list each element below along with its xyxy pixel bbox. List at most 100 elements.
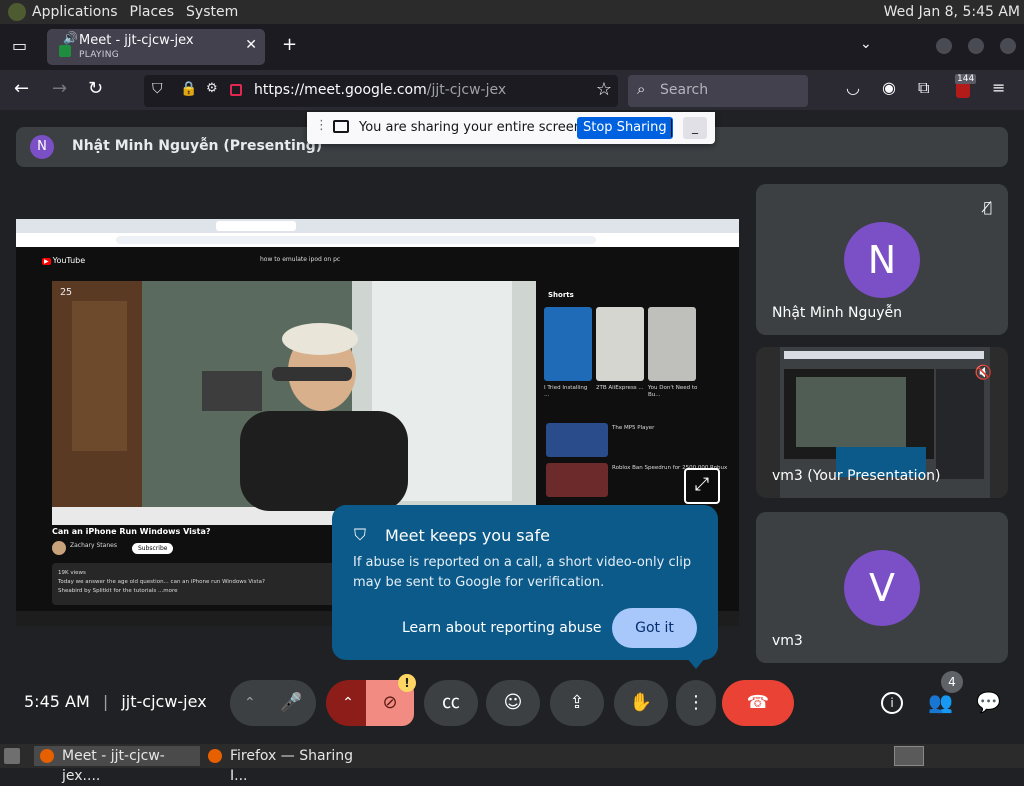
- video-frame-graphic: [52, 281, 536, 525]
- youtube-video-player: 25: [52, 281, 536, 525]
- shorts-heading: Shorts: [548, 291, 574, 299]
- screen-sharing-banner: ⋮ You are sharing your entire screen. St…: [307, 112, 715, 144]
- firefox-icon: [208, 749, 222, 763]
- firefox-icon: [40, 749, 54, 763]
- chat-icon[interactable]: 💬: [976, 690, 1001, 714]
- participant-name: Nhật Minh Nguyễn: [772, 305, 903, 321]
- nav-toolbar: ← → ↻ ⛉ 🔒 ⚙ https://meet.google.com/jjt-…: [0, 70, 1024, 110]
- people-icon[interactable]: 👥: [928, 690, 953, 714]
- youtube-search-query: how to emulate ipod on pc: [260, 256, 341, 263]
- short-thumb-2: [596, 307, 644, 381]
- panel-clock[interactable]: Wed Jan 8, 5:45 AM: [884, 4, 1020, 20]
- taskbar-item-firefox-sharing[interactable]: Firefox — Sharing I...: [202, 746, 372, 784]
- subscribe-button: Subscribe: [132, 543, 174, 554]
- participant-name: vm3: [772, 633, 803, 649]
- fullscreen-expand-icon[interactable]: ⤢: [684, 468, 720, 504]
- gnome-logo-icon[interactable]: [8, 3, 26, 21]
- account-icon[interactable]: ◉: [882, 78, 896, 97]
- audio-options-chevron-icon[interactable]: ⌃: [244, 680, 256, 726]
- show-desktop-icon[interactable]: [4, 748, 20, 764]
- more-options-button[interactable]: ⋮: [676, 680, 716, 726]
- forward-arrow-icon[interactable]: →: [52, 78, 67, 99]
- more-vert-icon: ⋮: [687, 692, 705, 713]
- new-tab-icon[interactable]: +: [282, 34, 297, 55]
- tab-meet[interactable]: 🔊 Meet - jjt-cjcw-jex PLAYING ✕: [47, 29, 265, 65]
- banner-divider: [671, 119, 672, 137]
- speaker-icon[interactable]: 🔊: [63, 31, 78, 45]
- short-label-2: 2TB AliExpress ...: [596, 385, 644, 391]
- end-call-button[interactable]: ☎: [722, 680, 794, 726]
- pocket-icon[interactable]: ◡: [846, 78, 860, 97]
- present-screen-icon: ⇪: [569, 692, 585, 713]
- meeting-time: 5:45 AM: [24, 692, 90, 711]
- taskbar-item-meet[interactable]: Meet - jjt-cjcw-jex....: [34, 746, 200, 784]
- applications-menu[interactable]: Applications: [26, 4, 124, 20]
- participant-tile-nhat[interactable]: 🎙̸ N Nhật Minh Nguyễn: [756, 184, 1008, 335]
- rec-label-1: The MP5 Player: [612, 425, 655, 431]
- youtube-header: [16, 247, 739, 271]
- tab-overflow-chevron-icon[interactable]: ⌄: [860, 36, 872, 52]
- shield-icon[interactable]: ⛉: [152, 81, 163, 97]
- extensions-icon[interactable]: ⧉: [918, 78, 929, 98]
- shared-address-bar: [16, 233, 739, 247]
- menu-hamburger-icon[interactable]: ≡: [992, 78, 1005, 97]
- close-window-button[interactable]: [1000, 38, 1016, 54]
- video-options-chevron-icon[interactable]: ⌃: [326, 680, 370, 726]
- short-thumb-1: [544, 307, 592, 381]
- rec-thumb-2: [546, 463, 608, 497]
- participant-avatar: V: [844, 550, 920, 626]
- drag-handle-icon[interactable]: ⋮: [315, 118, 328, 133]
- emoji-icon: ☺: [503, 692, 523, 713]
- stop-sharing-button[interactable]: Stop Sharing: [577, 117, 673, 139]
- popup-arrow: [686, 657, 706, 669]
- lock-icon[interactable]: 🔒: [180, 81, 197, 97]
- captions-button[interactable]: ㏄: [424, 680, 478, 726]
- presenter-avatar: N: [30, 135, 54, 159]
- minimize-window-button[interactable]: [936, 38, 952, 54]
- short-label-1: I Tried Installing ...: [544, 385, 588, 398]
- present-button[interactable]: ⇪: [550, 680, 604, 726]
- participant-tile-presentation[interactable]: 🔇 vm3 (Your Presentation): [756, 347, 1008, 498]
- back-arrow-icon[interactable]: ←: [14, 78, 29, 99]
- participant-name: vm3 (Your Presentation): [772, 468, 941, 484]
- mic-muted-icon: 🔇: [974, 365, 992, 381]
- raise-hand-button[interactable]: ✋: [614, 680, 668, 726]
- presenter-name: Nhật Minh Nguyễn (Presenting): [72, 138, 323, 154]
- system-menu[interactable]: System: [180, 4, 244, 20]
- participant-tile-vm3[interactable]: V vm3: [756, 512, 1008, 663]
- reactions-button[interactable]: ☺: [486, 680, 540, 726]
- search-icon: ⌕: [637, 80, 646, 98]
- short-label-3: You Don't Need to Bu...: [648, 385, 698, 398]
- meeting-info-icon[interactable]: i: [881, 692, 903, 714]
- url-text[interactable]: https://meet.google.com/jjt-cjcw-jex: [254, 82, 506, 98]
- shared-url-field: [116, 236, 596, 244]
- got-it-button[interactable]: Got it: [612, 608, 697, 648]
- warning-badge-icon: !: [398, 674, 416, 692]
- hide-banner-button[interactable]: _: [683, 117, 707, 139]
- tab-list-icon[interactable]: ▭: [12, 36, 27, 55]
- top-panel: Applications Places System Wed Jan 8, 5:…: [0, 0, 1024, 24]
- learn-reporting-abuse-link[interactable]: Learn about reporting abuse: [402, 620, 602, 636]
- video-timer: 25: [60, 287, 73, 298]
- search-placeholder: Search: [660, 82, 709, 98]
- screen-sharing-indicator-icon[interactable]: [230, 84, 242, 96]
- shared-tabbar: [16, 219, 739, 233]
- search-bar[interactable]: ⌕ Search: [628, 75, 808, 107]
- participant-avatar: N: [844, 222, 920, 298]
- workspace-switcher[interactable]: [894, 746, 924, 766]
- hand-icon: ✋: [629, 692, 653, 713]
- meeting-code: jjt-cjcw-jex: [121, 692, 207, 711]
- bookmark-star-icon[interactable]: ☆: [596, 79, 612, 100]
- url-bar[interactable]: ⛉ 🔒 ⚙ https://meet.google.com/jjt-cjcw-j…: [144, 75, 618, 107]
- reload-icon[interactable]: ↻: [88, 78, 103, 99]
- safety-info-popup: ⛉ Meet keeps you safe If abuse is report…: [332, 505, 718, 669]
- shield-icon: ⛉: [354, 525, 367, 544]
- maximize-window-button[interactable]: [968, 38, 984, 54]
- short-thumb-3: [648, 307, 696, 381]
- microphone-icon[interactable]: 🎤: [280, 680, 302, 726]
- close-tab-icon[interactable]: ✕: [245, 37, 257, 53]
- ublock-icon[interactable]: [956, 82, 970, 98]
- permissions-icon[interactable]: ⚙: [206, 81, 218, 96]
- ublock-badge-count: 144: [955, 74, 977, 84]
- places-menu[interactable]: Places: [124, 4, 181, 20]
